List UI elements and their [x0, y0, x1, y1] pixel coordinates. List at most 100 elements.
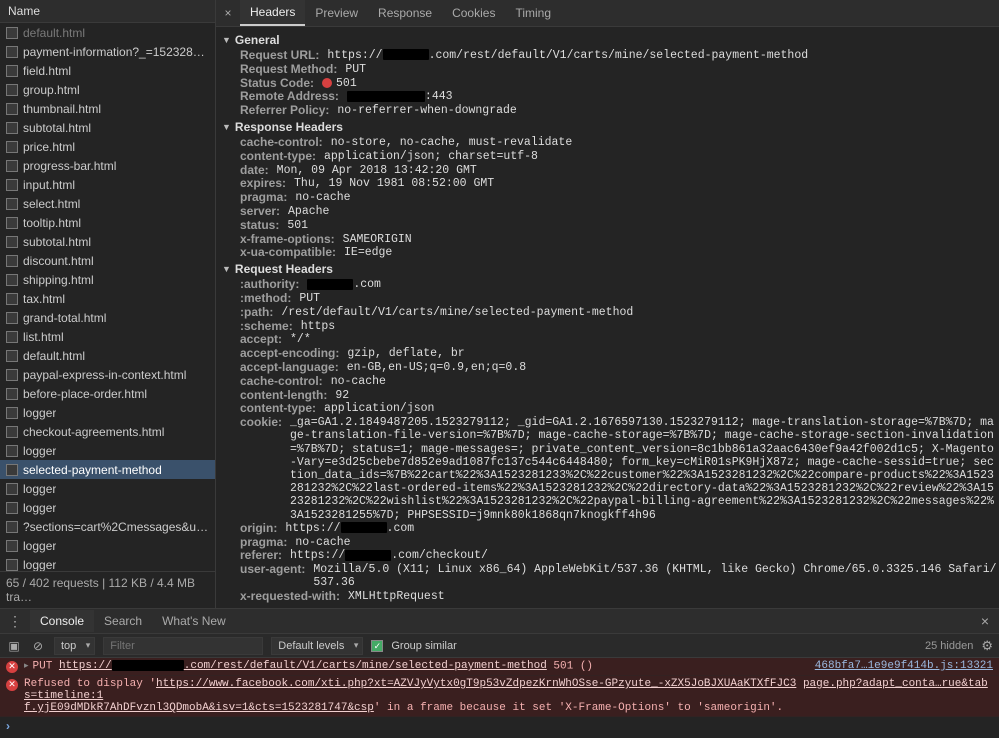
request-row[interactable]: logger: [0, 555, 215, 571]
section-header[interactable]: ▼Request Headers: [216, 260, 999, 278]
log-levels-dropdown[interactable]: Default levels: [271, 637, 363, 655]
request-row[interactable]: subtotal.html: [0, 118, 215, 137]
file-icon: [6, 255, 18, 267]
header-key: x-frame-options:: [240, 233, 335, 247]
request-row[interactable]: checkout-agreements.html: [0, 422, 215, 441]
header-value: SAMEORIGIN: [343, 233, 412, 246]
request-row[interactable]: discount.html: [0, 251, 215, 270]
file-icon: [6, 27, 18, 39]
header-key: cookie:: [240, 416, 282, 430]
header-key: user-agent:: [240, 563, 305, 577]
request-row[interactable]: thumbnail.html: [0, 99, 215, 118]
header-row: x-frame-options: SAMEORIGIN: [216, 233, 999, 247]
name-column-header[interactable]: Name: [0, 0, 215, 23]
request-row[interactable]: before-place-order.html: [0, 384, 215, 403]
section-header[interactable]: ▼General: [216, 31, 999, 49]
request-name: select.html: [23, 197, 80, 211]
request-row[interactable]: list.html: [0, 327, 215, 346]
request-row[interactable]: shipping.html: [0, 270, 215, 289]
request-name: default.html: [23, 349, 85, 363]
drawer-tab-whatsnew[interactable]: What's New: [152, 610, 236, 632]
tab-preview[interactable]: Preview: [305, 1, 368, 25]
context-dropdown[interactable]: top: [54, 637, 95, 655]
request-row[interactable]: tax.html: [0, 289, 215, 308]
file-icon: [6, 179, 18, 191]
header-row: Status Code:501: [216, 77, 999, 91]
request-row[interactable]: field.html: [0, 61, 215, 80]
header-value: application/json; charset=utf-8: [324, 150, 538, 163]
request-row[interactable]: price.html: [0, 137, 215, 156]
request-row[interactable]: grand-total.html: [0, 308, 215, 327]
request-row[interactable]: tooltip.html: [0, 213, 215, 232]
request-name: subtotal.html: [23, 235, 91, 249]
console-error-line[interactable]: ✕▸PUT https://.com/rest/default/V1/carts…: [0, 658, 999, 676]
request-row[interactable]: logger: [0, 403, 215, 422]
request-name: group.html: [23, 83, 80, 97]
request-name: logger: [23, 444, 56, 458]
request-name: checkout-agreements.html: [23, 425, 164, 439]
request-row[interactable]: default.html: [0, 23, 215, 42]
error-icon: ✕: [6, 679, 18, 691]
disclosure-triangle-icon: ▼: [222, 35, 231, 45]
file-icon: [6, 369, 18, 381]
file-icon: [6, 407, 18, 419]
tab-timing[interactable]: Timing: [505, 1, 561, 25]
file-icon: [6, 483, 18, 495]
request-row[interactable]: input.html: [0, 175, 215, 194]
header-value: application/json: [324, 402, 434, 415]
request-name: grand-total.html: [23, 311, 106, 325]
file-icon: [6, 103, 18, 115]
clear-console-icon[interactable]: ⊘: [30, 639, 46, 653]
request-row[interactable]: logger: [0, 479, 215, 498]
request-row[interactable]: logger: [0, 498, 215, 517]
request-name: payment-information?_=1523281256…: [23, 45, 209, 59]
drawer-tab-console[interactable]: Console: [30, 610, 94, 632]
header-row: Remote Address::443: [216, 90, 999, 104]
drawer-menu-icon[interactable]: ⋮: [0, 613, 30, 630]
request-row[interactable]: progress-bar.html: [0, 156, 215, 175]
section-header[interactable]: ▼Request Payloadview parsed: [216, 604, 999, 609]
console-error-line[interactable]: ✕Refused to display 'https://www.faceboo…: [0, 676, 999, 717]
header-row: x-requested-with:XMLHttpRequest: [216, 590, 999, 604]
header-value: PUT: [299, 292, 320, 305]
disclosure-triangle-icon: ▼: [222, 264, 231, 274]
close-detail-icon[interactable]: ×: [216, 6, 240, 20]
drawer-tab-search[interactable]: Search: [94, 610, 152, 632]
request-row[interactable]: logger: [0, 441, 215, 460]
file-icon: [6, 160, 18, 172]
request-name: tooltip.html: [23, 216, 81, 230]
file-icon: [6, 198, 18, 210]
console-prompt[interactable]: [0, 717, 999, 735]
request-row[interactable]: paypal-express-in-context.html: [0, 365, 215, 384]
request-name: field.html: [23, 64, 71, 78]
request-row[interactable]: select.html: [0, 194, 215, 213]
request-row[interactable]: group.html: [0, 80, 215, 99]
detail-tabs: × Headers Preview Response Cookies Timin…: [216, 0, 999, 27]
tab-cookies[interactable]: Cookies: [442, 1, 505, 25]
hidden-count[interactable]: 25 hidden: [925, 640, 973, 652]
request-row[interactable]: subtotal.html: [0, 232, 215, 251]
header-key: date:: [240, 164, 269, 178]
tab-response[interactable]: Response: [368, 1, 442, 25]
expand-triangle-icon[interactable]: ▸: [24, 661, 29, 671]
request-row[interactable]: logger: [0, 536, 215, 555]
request-row[interactable]: ?sections=cart%2Cmessages&updat…: [0, 517, 215, 536]
tab-headers[interactable]: Headers: [240, 0, 305, 26]
sidebar-toggle-icon[interactable]: ▣: [6, 639, 22, 653]
view-parsed-link[interactable]: view parsed: [348, 606, 412, 609]
header-key: :method:: [240, 292, 291, 306]
console-settings-icon[interactable]: ⚙: [981, 638, 993, 654]
console-filter-input[interactable]: [103, 637, 263, 655]
console-message: ▸PUT https://.com/rest/default/V1/carts/…: [24, 660, 803, 672]
console-source-link[interactable]: 468bfa7…1e9e9f414b.js:13321: [803, 660, 993, 672]
request-name: ?sections=cart%2Cmessages&updat…: [23, 520, 209, 534]
close-drawer-icon[interactable]: ×: [971, 613, 999, 629]
request-row[interactable]: payment-information?_=1523281256…: [0, 42, 215, 61]
header-key: accept-language:: [240, 361, 339, 375]
group-similar-checkbox[interactable]: ✓: [371, 640, 383, 652]
section-header[interactable]: ▼Response Headers: [216, 118, 999, 136]
request-row[interactable]: selected-payment-method: [0, 460, 215, 479]
request-row[interactable]: default.html: [0, 346, 215, 365]
header-value: IE=edge: [344, 246, 392, 259]
header-key: cache-control:: [240, 375, 323, 389]
